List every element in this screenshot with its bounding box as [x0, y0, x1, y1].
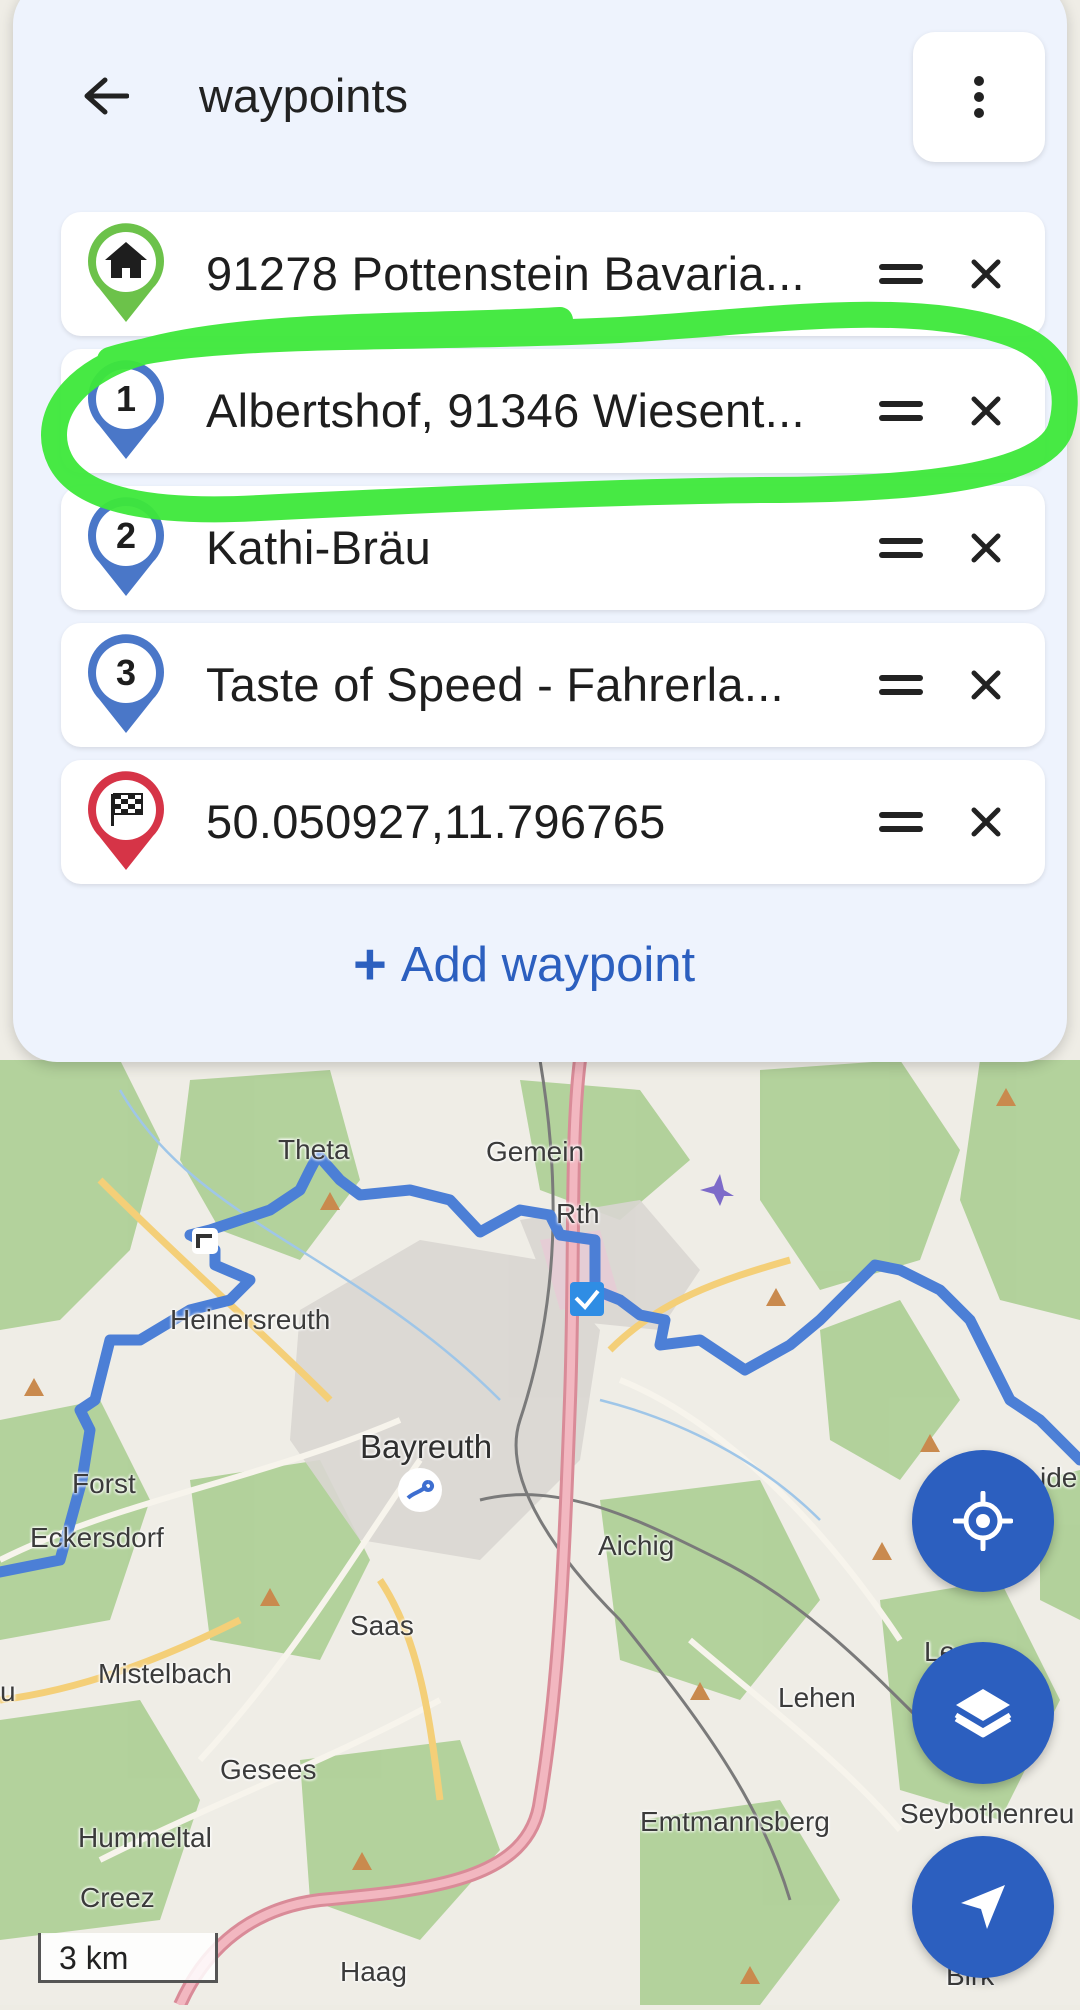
map-label-creez: Creez — [80, 1882, 155, 1913]
map-label-hummeltal: Hummeltal — [78, 1822, 212, 1853]
waypoint-label: Taste of Speed - Fahrerla... — [206, 658, 784, 711]
layers-icon — [954, 1689, 1012, 1738]
map-label-gesees: Gesees — [220, 1754, 317, 1785]
map-label-mistelbach: Mistelbach — [98, 1658, 232, 1689]
map-label-bayreuth: Bayreuth — [360, 1428, 493, 1465]
waypoint-number: 1 — [116, 378, 136, 419]
drag-handle-icon — [879, 538, 923, 558]
map-label-lehen: Lehen — [778, 1682, 856, 1713]
remove-waypoint-button[interactable] — [958, 383, 1014, 439]
waypoint-row-3[interactable]: 3 Taste of Speed - Fahrerla... — [61, 623, 1045, 747]
map-label-theta: Theta — [278, 1134, 350, 1165]
remove-waypoint-button[interactable] — [958, 794, 1014, 850]
close-icon — [971, 670, 1001, 700]
map-label-roth: Rth — [556, 1198, 600, 1229]
close-icon — [971, 259, 1001, 289]
destination-pin-icon — [88, 771, 164, 870]
waypoint-pin-1-icon: 1 — [88, 360, 164, 459]
waypoint-row-1[interactable]: 1 Albertshof, 91346 Wiesent... — [61, 349, 1045, 473]
map-label-u: u — [0, 1676, 16, 1707]
crosshair-icon — [953, 1491, 1013, 1551]
add-waypoint-label: Add waypoint — [400, 938, 696, 992]
map-label-haag: Haag — [340, 1956, 407, 1987]
drag-handle[interactable] — [873, 520, 929, 576]
navigation-arrow-icon — [961, 1885, 1005, 1929]
waypoint-label: 91278 Pottenstein Bavaria... — [206, 247, 805, 300]
map-label-saas: Saas — [350, 1610, 414, 1641]
waypoint-number: 3 — [116, 652, 136, 693]
close-icon — [971, 396, 1001, 426]
drag-handle-icon — [879, 675, 923, 695]
close-icon — [971, 533, 1001, 563]
drag-handle-icon — [879, 401, 923, 421]
navigate-button[interactable] — [912, 1836, 1054, 1978]
drag-handle[interactable] — [873, 657, 929, 713]
map-layers-button[interactable] — [912, 1642, 1054, 1784]
add-waypoint-button[interactable]: + Add waypoint — [353, 930, 695, 1000]
plus-icon: + — [353, 932, 387, 997]
remove-waypoint-button[interactable] — [958, 657, 1014, 713]
map-label-aichig: Aichig — [598, 1530, 675, 1561]
back-arrow-icon — [84, 77, 129, 115]
drag-handle-icon — [879, 264, 923, 284]
map-label-gemein: Gemein — [486, 1136, 585, 1167]
start-pin-icon — [88, 223, 164, 322]
close-icon — [971, 807, 1001, 837]
map-label-seybothenreuth: Seybothenreu — [900, 1798, 1075, 1829]
waypoint-row-2[interactable]: 2 Kathi-Bräu — [61, 486, 1045, 610]
page-title: waypoints — [199, 69, 408, 122]
waypoint-row-destination[interactable]: 50.050927,11.796765 — [61, 760, 1045, 884]
map-label-emtmannsberg: Emtmannsberg — [640, 1806, 830, 1837]
waypoint-label: 50.050927,11.796765 — [206, 795, 666, 848]
drag-handle-icon — [879, 812, 923, 832]
remove-waypoint-button[interactable] — [958, 246, 1014, 302]
waypoint-row-start[interactable]: 91278 Pottenstein Bavaria... — [61, 212, 1045, 336]
remove-waypoint-button[interactable] — [958, 520, 1014, 576]
map-label-eckersdorf: Eckersdorf — [30, 1522, 164, 1553]
back-button[interactable] — [71, 66, 141, 126]
map-scale: 3 km — [38, 1933, 218, 1983]
waypoint-pin-3-icon: 3 — [88, 634, 164, 733]
waypoint-pin-2-icon: 2 — [88, 497, 164, 596]
more-options-button[interactable] — [913, 32, 1045, 162]
more-vert-icon — [974, 76, 984, 118]
waypoint-label: Kathi-Bräu — [206, 521, 432, 574]
drag-handle[interactable] — [873, 383, 929, 439]
waypoints-panel: waypoints 91278 Pottenstein Bavaria... 1… — [13, 0, 1067, 1062]
map-label-forst: Forst — [72, 1468, 136, 1499]
locate-me-button[interactable] — [912, 1450, 1054, 1592]
waypoint-label: Albertshof, 91346 Wiesent... — [206, 384, 805, 437]
waypoint-number: 2 — [116, 515, 136, 556]
drag-handle[interactable] — [873, 794, 929, 850]
drag-handle[interactable] — [873, 246, 929, 302]
map-label-heinersreuth: Heinersreuth — [170, 1304, 331, 1335]
